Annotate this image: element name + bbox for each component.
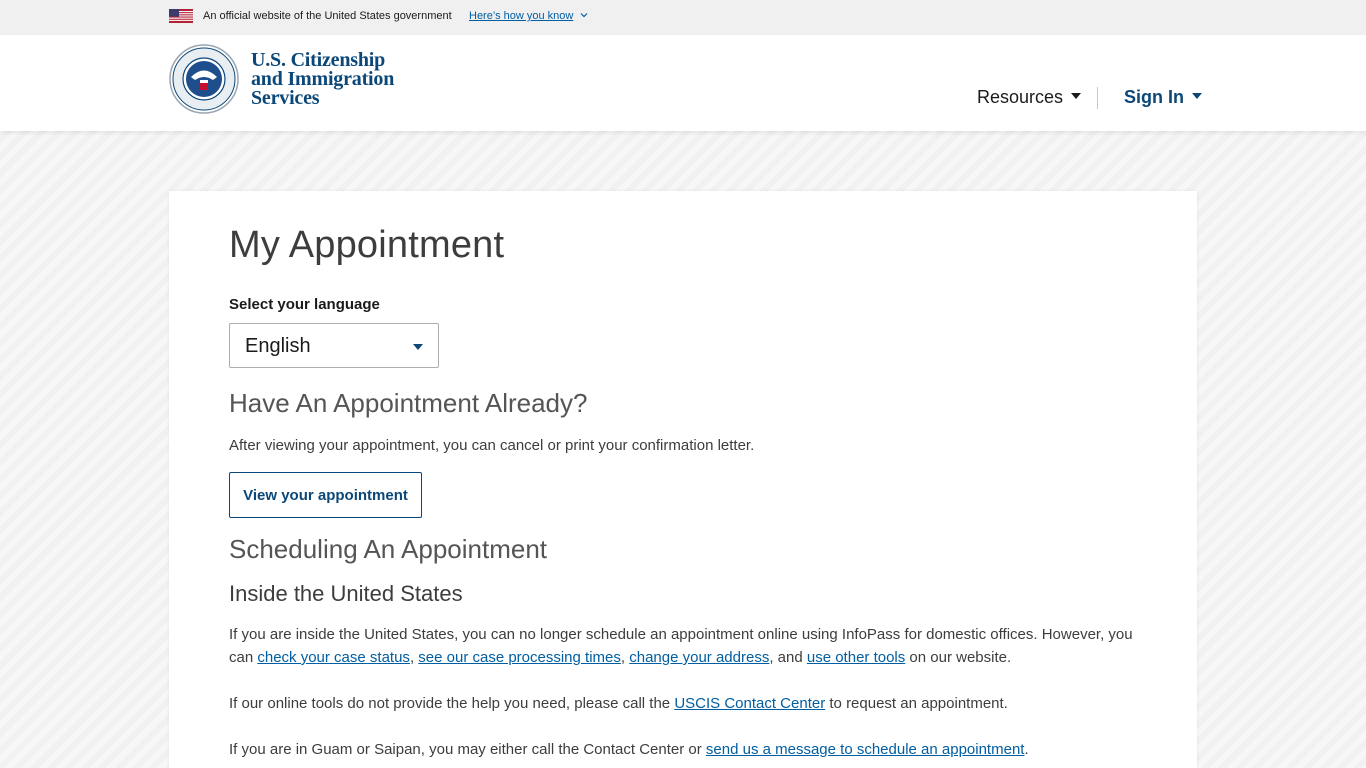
separator-2: , [620, 649, 630, 666]
language-select-value: English [245, 335, 311, 357]
scheduling-heading: Scheduling An Appointment [229, 534, 548, 564]
caret-down-icon [413, 344, 423, 350]
have-appointment-heading: Have An Appointment Already? [229, 388, 588, 418]
nav-resources-menu[interactable]: Resources [977, 87, 1082, 108]
guam-text-1: If you are in Guam or Saipan, you may ei… [229, 741, 706, 758]
nav-signin-label: Sign In [1124, 87, 1184, 107]
language-select[interactable]: English [229, 323, 439, 368]
inside-us-subheading: Inside the United States [229, 581, 463, 606]
guam-text-2: . [1024, 741, 1029, 758]
case-processing-times-link[interactable]: see our case processing times [418, 649, 621, 666]
inside-us-paragraph: If you are inside the United States, you… [229, 623, 1149, 669]
have-appointment-description: After viewing your appointment, you can … [229, 437, 755, 454]
online-text-1: If our online tools do not provide the h… [229, 695, 675, 712]
dhs-seal-logo[interactable] [169, 44, 239, 114]
nav-signin-menu[interactable]: Sign In [1124, 87, 1202, 108]
separator-3: , and [769, 649, 807, 666]
check-case-status-link[interactable]: check your case status [257, 649, 410, 666]
view-appointment-button[interactable]: View your appointment [229, 472, 422, 518]
heres-how-you-know-link[interactable]: Here’s how you know [469, 10, 573, 22]
official-website-text: An official website of the United States… [203, 10, 452, 22]
online-text-2: to request an appointment. [825, 695, 1008, 712]
send-message-link[interactable]: send us a message to schedule an appoint… [706, 741, 1025, 758]
page-title: My Appointment [229, 224, 505, 266]
caret-down-icon [1192, 93, 1202, 100]
guam-saipan-paragraph: If you are in Guam or Saipan, you may ei… [229, 738, 1149, 761]
online-tools-paragraph: If our online tools do not provide the h… [229, 692, 1149, 715]
chevron-down-icon[interactable] [580, 11, 588, 19]
us-flag-icon [169, 9, 193, 23]
change-address-link[interactable]: change your address [629, 649, 769, 666]
gov-banner: An official website of the United States… [0, 0, 1366, 35]
agency-name-line3: Services [251, 87, 320, 109]
caret-down-icon [1071, 93, 1082, 100]
nav-divider [1097, 87, 1098, 109]
agency-name[interactable]: U.S. Citizenship and Immigration Service… [251, 50, 394, 109]
contact-center-link[interactable]: USCIS Contact Center [674, 695, 825, 712]
nav-resources-label: Resources [977, 87, 1064, 107]
appointment-card: My Appointment Select your language Engl… [169, 191, 1197, 768]
other-tools-link[interactable]: use other tools [807, 649, 905, 666]
inside-text-2: on our website. [905, 649, 1012, 666]
site-header: U.S. Citizenship and Immigration Service… [0, 35, 1366, 131]
language-select-label: Select your language [229, 296, 380, 313]
